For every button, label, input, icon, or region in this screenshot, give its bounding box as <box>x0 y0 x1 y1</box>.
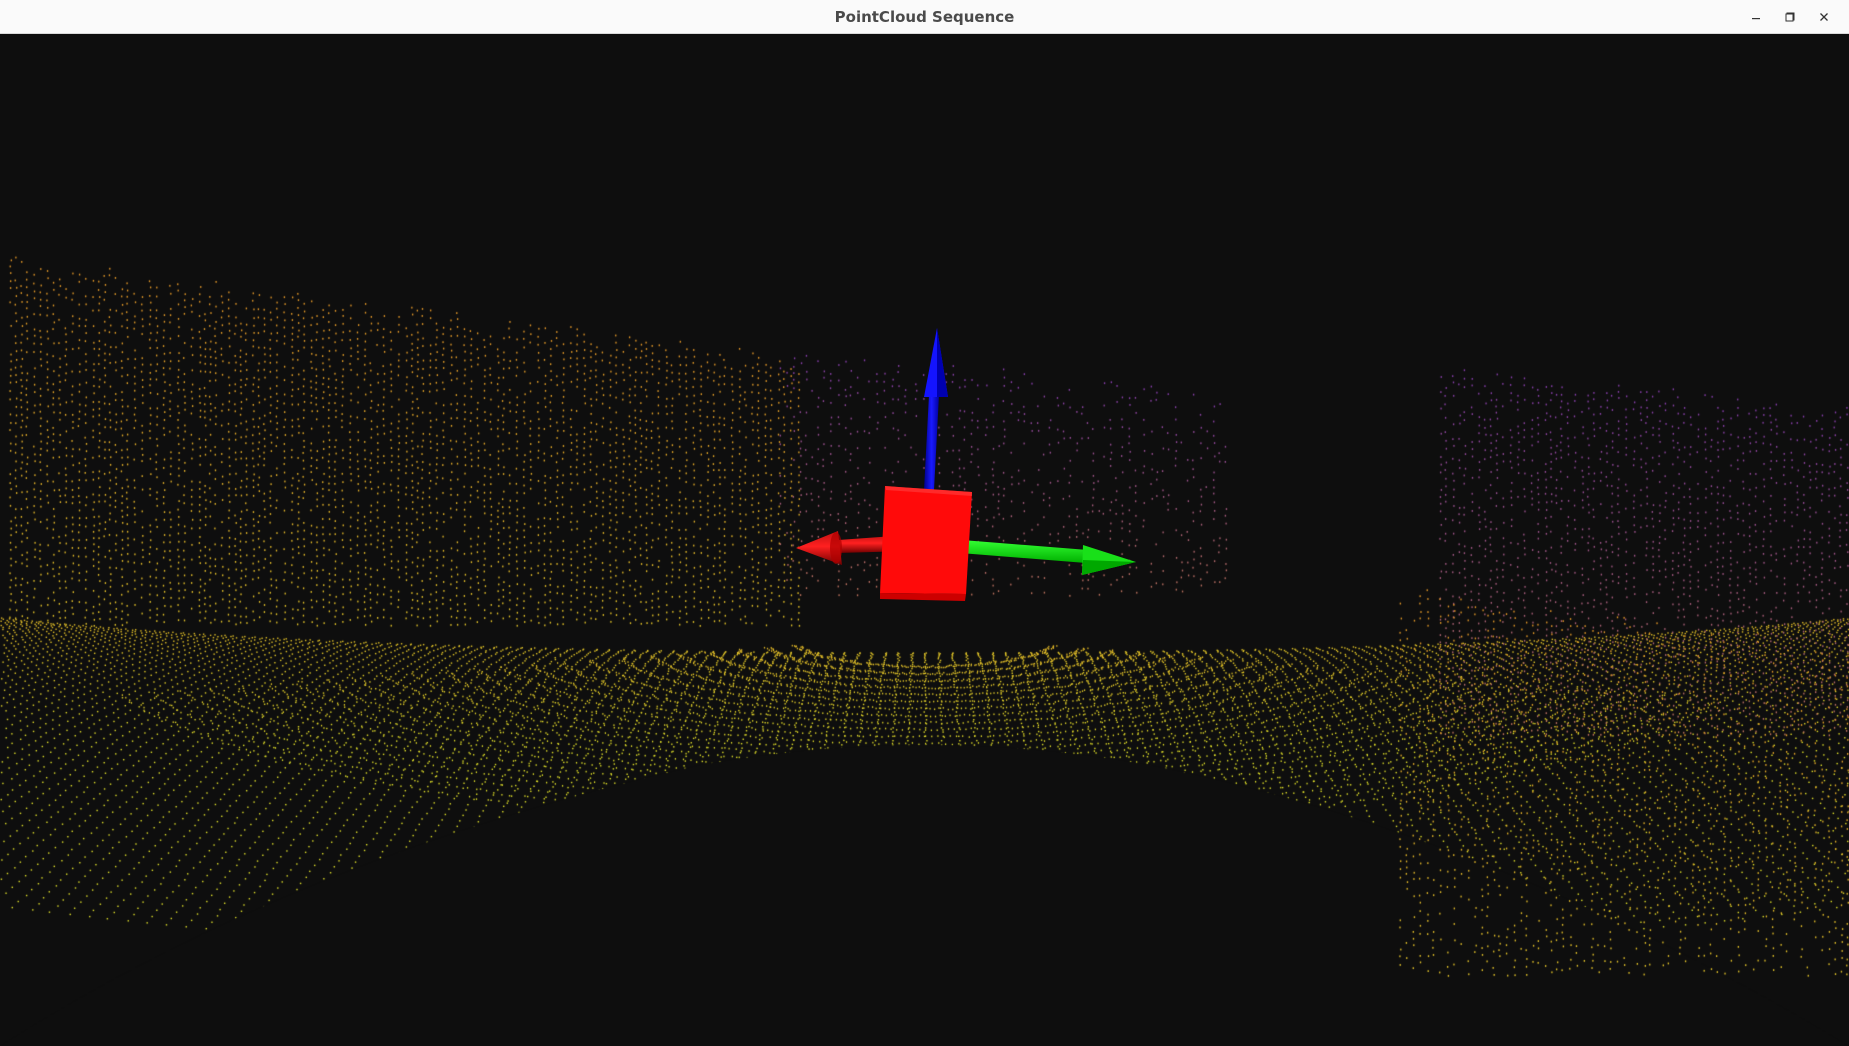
maximize-button[interactable] <box>1773 0 1807 34</box>
z-axis-arrow <box>924 328 948 490</box>
y-axis-arrow <box>960 540 1136 575</box>
3d-viewport[interactable] <box>0 35 1849 1046</box>
app-window: PointCloud Sequence <box>0 0 1849 1046</box>
red-cube-marker <box>880 486 972 601</box>
minimize-button[interactable] <box>1739 0 1773 34</box>
window-title: PointCloud Sequence <box>834 8 1015 26</box>
coordinate-frame-gizmo <box>796 328 1136 601</box>
title-bar[interactable]: PointCloud Sequence <box>0 0 1849 34</box>
minimize-icon <box>1752 18 1760 20</box>
window-controls <box>1739 0 1841 34</box>
close-button[interactable] <box>1807 0 1841 34</box>
maximize-icon <box>1785 12 1795 22</box>
close-icon <box>1820 13 1828 21</box>
